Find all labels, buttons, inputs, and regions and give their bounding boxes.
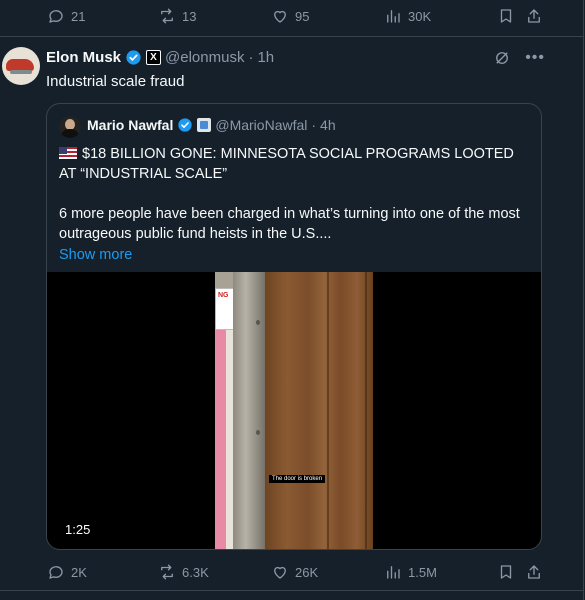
us-flag-icon bbox=[59, 147, 77, 159]
like-button[interactable]: 26K bbox=[271, 563, 318, 581]
door-hinge bbox=[256, 430, 260, 435]
views-icon bbox=[387, 10, 400, 23]
quoted-headline: $18 BILLION GONE: MINNESOTA SOCIAL PROGR… bbox=[59, 144, 534, 184]
door-frame bbox=[233, 272, 265, 549]
avatar-suit bbox=[61, 129, 79, 138]
bookmark-button[interactable] bbox=[497, 7, 515, 25]
bookmark-button[interactable] bbox=[497, 563, 515, 581]
like-icon bbox=[274, 566, 286, 579]
grok-icon[interactable] bbox=[493, 49, 511, 67]
more-icon[interactable]: ••• bbox=[525, 49, 545, 67]
author-name[interactable]: Elon Musk bbox=[46, 49, 121, 66]
avatar[interactable] bbox=[2, 47, 40, 85]
video-frame: NG bbox=[215, 272, 373, 549]
quoted-author-name[interactable]: Mario Nawfal bbox=[87, 117, 173, 133]
views-button[interactable]: 30K bbox=[384, 7, 431, 25]
affiliate-badge-icon[interactable] bbox=[197, 118, 212, 132]
quoted-handle[interactable]: @MarioNawfal bbox=[215, 117, 307, 133]
separator: · bbox=[311, 117, 317, 133]
quoted-body: $18 BILLION GONE: MINNESOTA SOCIAL PROGR… bbox=[59, 144, 534, 265]
like-count: 26K bbox=[295, 564, 319, 580]
share-button[interactable] bbox=[525, 563, 543, 581]
wood-grain bbox=[365, 272, 367, 549]
quoted-tweet[interactable]: Mario Nawfal @MarioNawfal · 4h $18 BILLI… bbox=[46, 103, 542, 550]
verified-icon bbox=[126, 50, 141, 65]
views-icon bbox=[387, 566, 400, 579]
headline-text: $18 BILLION GONE: MINNESOTA SOCIAL PROGR… bbox=[59, 146, 514, 182]
separator: · bbox=[248, 49, 254, 66]
video-player[interactable]: NG The door is broken 1:25 bbox=[47, 272, 541, 549]
video-duration: 1:25 bbox=[65, 522, 91, 537]
author-handle[interactable]: @elonmusk bbox=[165, 49, 244, 66]
tweet-time[interactable]: 1h bbox=[257, 49, 274, 66]
share-icon bbox=[528, 565, 540, 579]
sign-text: NG bbox=[218, 292, 229, 299]
reply-count: 2K bbox=[71, 564, 87, 580]
bookmark-icon bbox=[500, 9, 512, 23]
quoted-header: Mario Nawfal @MarioNawfal · 4h bbox=[87, 117, 336, 133]
pink-wall bbox=[215, 327, 226, 549]
like-icon bbox=[274, 10, 286, 23]
repost-icon bbox=[161, 8, 173, 24]
show-more-link[interactable]: Show more bbox=[59, 245, 534, 265]
repost-icon bbox=[161, 564, 173, 580]
wood-grain bbox=[327, 272, 329, 549]
quoted-text: 6 more people have been charged in what’… bbox=[59, 206, 520, 242]
verified-icon bbox=[178, 118, 193, 132]
door-hinge bbox=[256, 320, 260, 325]
prev-tweet-action-bar: 21 13 95 30K bbox=[0, 3, 560, 29]
like-button[interactable]: 95 bbox=[271, 7, 309, 25]
views-count: 30K bbox=[408, 8, 432, 24]
reply-icon bbox=[49, 566, 63, 579]
reply-icon bbox=[49, 10, 63, 23]
tweet-top-actions: ••• bbox=[493, 49, 545, 67]
tweet-text: Industrial scale fraud bbox=[46, 73, 185, 90]
reply-button[interactable]: 21 bbox=[47, 7, 85, 25]
tweet-divider bbox=[0, 36, 583, 37]
reply-count: 21 bbox=[71, 8, 86, 24]
reply-button[interactable]: 2K bbox=[47, 563, 87, 581]
bookmark-icon bbox=[500, 565, 512, 579]
wooden-door bbox=[265, 272, 373, 549]
like-count: 95 bbox=[295, 8, 310, 24]
quoted-avatar[interactable] bbox=[59, 116, 81, 138]
repost-count: 6.3K bbox=[182, 564, 209, 580]
share-button[interactable] bbox=[525, 7, 543, 25]
video-caption: The door is broken bbox=[269, 475, 326, 483]
tweet-divider bbox=[0, 590, 583, 591]
column-border bbox=[583, 0, 584, 600]
tweet-header: Elon Musk X @elonmusk · 1h bbox=[46, 49, 274, 66]
repost-count: 13 bbox=[182, 8, 197, 24]
share-icon bbox=[528, 9, 540, 23]
quoted-time[interactable]: 4h bbox=[320, 117, 336, 133]
repost-button[interactable]: 6.3K bbox=[158, 563, 209, 581]
tweet-action-bar: 2K 6.3K 26K 1.5M bbox=[0, 559, 560, 585]
affiliate-badge[interactable]: X bbox=[146, 50, 162, 65]
repost-button[interactable]: 13 bbox=[158, 7, 196, 25]
views-count: 1.5M bbox=[408, 564, 437, 580]
views-button[interactable]: 1.5M bbox=[384, 563, 437, 581]
avatar-car-base bbox=[10, 70, 32, 74]
